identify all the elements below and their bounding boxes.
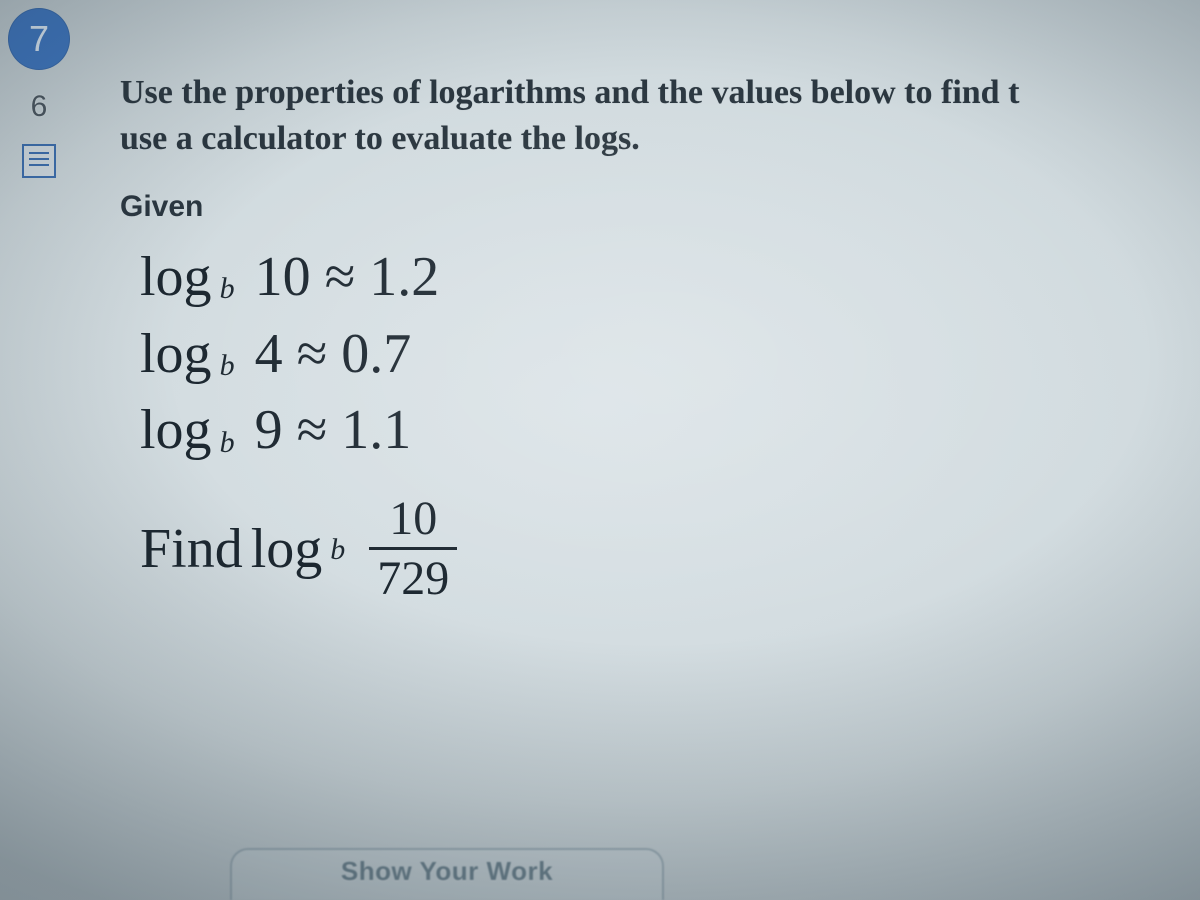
log-expr: 4 ≈ 0.7 (241, 325, 412, 384)
log-base: b (212, 350, 241, 388)
question-prompt: Use the properties of logarithms and the… (120, 70, 1200, 162)
fraction: 10 729 (369, 494, 457, 604)
given-row: log b 4 ≈ 0.7 (140, 325, 1200, 384)
log-base: b (322, 533, 351, 573)
question-content: Use the properties of logarithms and the… (120, 70, 1200, 604)
question-gutter: 7 6 (0, 0, 78, 900)
prompt-line-2: use a calculator to evaluate the logs. (120, 120, 640, 157)
given-row: log b 9 ≈ 1.1 (140, 401, 1200, 460)
fraction-numerator: 10 (381, 494, 445, 546)
find-prefix: Find (140, 517, 243, 581)
log-func: log (140, 401, 212, 460)
log-func: log (140, 248, 212, 307)
given-values: log b 10 ≈ 1.2 log b 4 ≈ 0.7 log b 9 ≈ 1… (140, 248, 1200, 604)
log-expr: 9 ≈ 1.1 (241, 401, 412, 460)
log-base: b (212, 273, 241, 311)
log-func: log (251, 517, 323, 581)
log-expr: 10 ≈ 1.2 (241, 248, 440, 307)
prompt-line-1: Use the properties of logarithms and the… (120, 74, 1019, 111)
log-base: b (212, 427, 241, 465)
question-points: 6 (31, 90, 48, 124)
notes-icon[interactable] (22, 144, 56, 178)
log-func: log (140, 325, 212, 384)
fraction-denominator: 729 (369, 547, 457, 604)
given-label: Given (120, 190, 1200, 224)
given-row: log b 10 ≈ 1.2 (140, 248, 1200, 307)
show-your-work-button[interactable]: Show Your Work (230, 848, 664, 900)
question-number-badge: 7 (8, 8, 70, 70)
find-expression: Find log b 10 729 (140, 494, 1200, 604)
